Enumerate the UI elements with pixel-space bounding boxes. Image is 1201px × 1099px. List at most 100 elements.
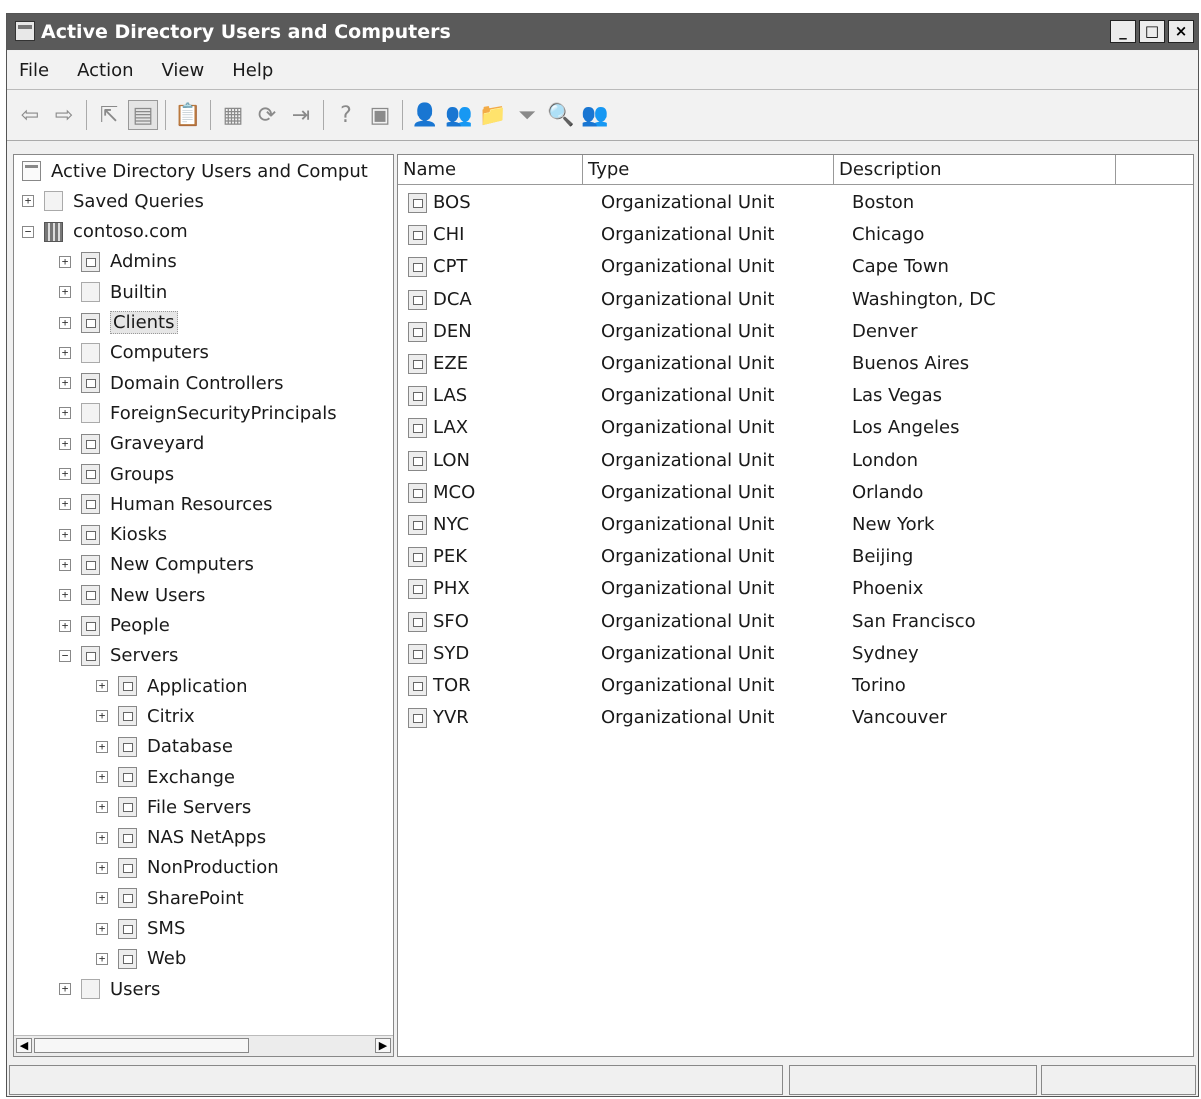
details-pane[interactable]: Name Type Description BOS Organizational … — [397, 154, 1194, 1057]
tree-node-groups[interactable]: + Groups — [59, 460, 174, 488]
tree-node-file-servers[interactable]: + File Servers — [96, 793, 251, 821]
tree-node-builtin[interactable]: + Builtin — [59, 278, 167, 306]
expand-icon[interactable]: + — [59, 589, 71, 602]
expand-icon[interactable]: + — [96, 710, 108, 723]
list-item[interactable]: PEK Organizational Unit Beijing — [398, 541, 1193, 573]
back-arrow-icon[interactable]: ⇦ — [15, 100, 45, 130]
list-item[interactable]: LAS Organizational Unit Las Vegas — [398, 380, 1193, 412]
expand-icon[interactable]: + — [96, 680, 108, 693]
refresh-icon[interactable]: ⟳ — [252, 100, 282, 130]
expand-icon[interactable]: + — [59, 437, 71, 450]
list-item[interactable]: TOR Organizational Unit Torino — [398, 670, 1193, 702]
expand-icon[interactable]: + — [96, 740, 108, 753]
expand-icon[interactable]: + — [96, 861, 108, 874]
up-folder-icon[interactable]: ⇱ — [94, 100, 124, 130]
expand-icon[interactable]: + — [59, 255, 71, 268]
minimize-button[interactable]: _ — [1110, 20, 1136, 43]
list-item[interactable]: DCA Organizational Unit Washington, DC — [398, 284, 1193, 316]
list-item[interactable]: NYC Organizational Unit New York — [398, 509, 1193, 541]
expand-icon[interactable]: + — [96, 922, 108, 935]
scroll-right-button[interactable]: ▶ — [375, 1038, 391, 1053]
tree-node-application[interactable]: + Application — [96, 672, 248, 700]
list-item[interactable]: LAX Organizational Unit Los Angeles — [398, 412, 1193, 444]
tree-node-web[interactable]: + Web — [96, 945, 186, 973]
expand-icon[interactable]: + — [59, 286, 71, 299]
tree-node-servers[interactable]: − Servers — [59, 642, 178, 670]
properties-icon[interactable]: ▦ — [218, 100, 248, 130]
list-item[interactable]: LON Organizational Unit London — [398, 445, 1193, 477]
expand-icon[interactable]: + — [59, 528, 71, 541]
tree-node-nas-netapps[interactable]: + NAS NetApps — [96, 824, 266, 852]
list-item[interactable]: CHI Organizational Unit Chicago — [398, 219, 1193, 251]
tree-node-citrix[interactable]: + Citrix — [96, 702, 195, 730]
tree-node-saved-queries[interactable]: + Saved Queries — [22, 187, 204, 215]
expand-icon[interactable]: + — [59, 498, 71, 511]
action-pane-icon[interactable]: ▣ — [365, 100, 395, 130]
new-group-icon[interactable]: 👥 — [444, 100, 474, 130]
expand-icon[interactable]: + — [96, 771, 108, 783]
tree-node-database[interactable]: + Database — [96, 733, 233, 761]
tree-horizontal-scrollbar[interactable]: ◀ ▶ — [14, 1035, 393, 1056]
column-header-type[interactable]: Type — [583, 155, 834, 184]
new-ou-icon[interactable]: 📁 — [478, 100, 508, 130]
tree-node-sharepoint[interactable]: + SharePoint — [96, 884, 244, 912]
expand-icon[interactable]: + — [59, 619, 71, 632]
list-item[interactable]: DEN Organizational Unit Denver — [398, 316, 1193, 348]
tree-node-human-resources[interactable]: + Human Resources — [59, 490, 273, 518]
tree-node-new-computers[interactable]: + New Computers — [59, 551, 254, 579]
app-icon[interactable] — [15, 21, 35, 41]
clipboard-icon[interactable]: 📋 — [173, 100, 203, 130]
column-header-description[interactable]: Description — [834, 155, 1116, 184]
list-item[interactable]: MCO Organizational Unit Orlando — [398, 477, 1193, 509]
tree-node-active-directory-users-and-comput[interactable]: Active Directory Users and Comput — [22, 157, 368, 185]
collapse-icon[interactable]: − — [59, 649, 71, 662]
column-header-name[interactable]: Name — [398, 155, 583, 184]
expand-icon[interactable]: + — [96, 952, 108, 965]
filter-icon[interactable]: ⏷ — [512, 100, 542, 130]
tree-node-foreignsecurityprincipals[interactable]: + ForeignSecurityPrincipals — [59, 399, 337, 427]
console-tree-pane[interactable]: Active Directory Users and Comput + Saved … — [13, 154, 394, 1057]
expand-icon[interactable]: + — [59, 316, 71, 329]
expand-icon[interactable]: + — [96, 801, 108, 814]
tree-node-new-users[interactable]: + New Users — [59, 581, 205, 609]
tree-node-kiosks[interactable]: + Kiosks — [59, 521, 167, 549]
list-item[interactable]: CPT Organizational Unit Cape Town — [398, 251, 1193, 283]
tree-node-graveyard[interactable]: + Graveyard — [59, 430, 204, 458]
forward-arrow-icon[interactable]: ⇨ — [49, 100, 79, 130]
title-bar[interactable]: Active Directory Users and Computers _ □… — [7, 14, 1198, 50]
tree-node-admins[interactable]: + Admins — [59, 248, 177, 276]
tree-node-clients[interactable]: + Clients — [59, 309, 178, 337]
expand-icon[interactable]: + — [96, 831, 108, 844]
tree-node-contoso-com[interactable]: − contoso.com — [22, 218, 188, 246]
show-console-tree-icon[interactable]: ▤ — [128, 100, 158, 130]
scroll-left-button[interactable]: ◀ — [16, 1038, 32, 1053]
expand-icon[interactable]: + — [59, 983, 71, 996]
find-icon[interactable]: 🔍 — [546, 100, 576, 130]
new-user-icon[interactable]: 👤 — [410, 100, 440, 130]
expand-icon[interactable]: + — [59, 558, 71, 571]
menu-view[interactable]: View — [158, 58, 209, 83]
list-item[interactable]: YVR Organizational Unit Vancouver — [398, 702, 1193, 734]
menu-help[interactable]: Help — [228, 58, 277, 83]
maximize-button[interactable]: □ — [1139, 20, 1165, 43]
list-item[interactable]: SYD Organizational Unit Sydney — [398, 638, 1193, 670]
tree-node-exchange[interactable]: + Exchange — [96, 763, 235, 791]
help-icon[interactable]: ? — [331, 100, 361, 130]
tree-node-nonproduction[interactable]: + NonProduction — [96, 854, 279, 882]
expand-icon[interactable]: + — [59, 468, 71, 480]
close-button[interactable]: × — [1168, 20, 1194, 43]
export-list-icon[interactable]: ⇥ — [286, 100, 316, 130]
add-to-group-icon[interactable]: 👥 — [580, 100, 610, 130]
list-item[interactable]: PHX Organizational Unit Phoenix — [398, 573, 1193, 605]
list-item[interactable]: SFO Organizational Unit San Francisco — [398, 606, 1193, 638]
expand-icon[interactable]: + — [22, 195, 34, 208]
scroll-thumb[interactable] — [34, 1038, 249, 1053]
expand-icon[interactable]: + — [96, 892, 108, 905]
tree-node-computers[interactable]: + Computers — [59, 339, 209, 367]
menu-file[interactable]: File — [15, 58, 53, 83]
list-item[interactable]: BOS Organizational Unit Boston — [398, 187, 1193, 219]
tree-node-domain-controllers[interactable]: + Domain Controllers — [59, 369, 284, 397]
expand-icon[interactable]: + — [59, 377, 71, 390]
expand-icon[interactable]: + — [59, 407, 71, 420]
tree-node-people[interactable]: + People — [59, 612, 170, 640]
